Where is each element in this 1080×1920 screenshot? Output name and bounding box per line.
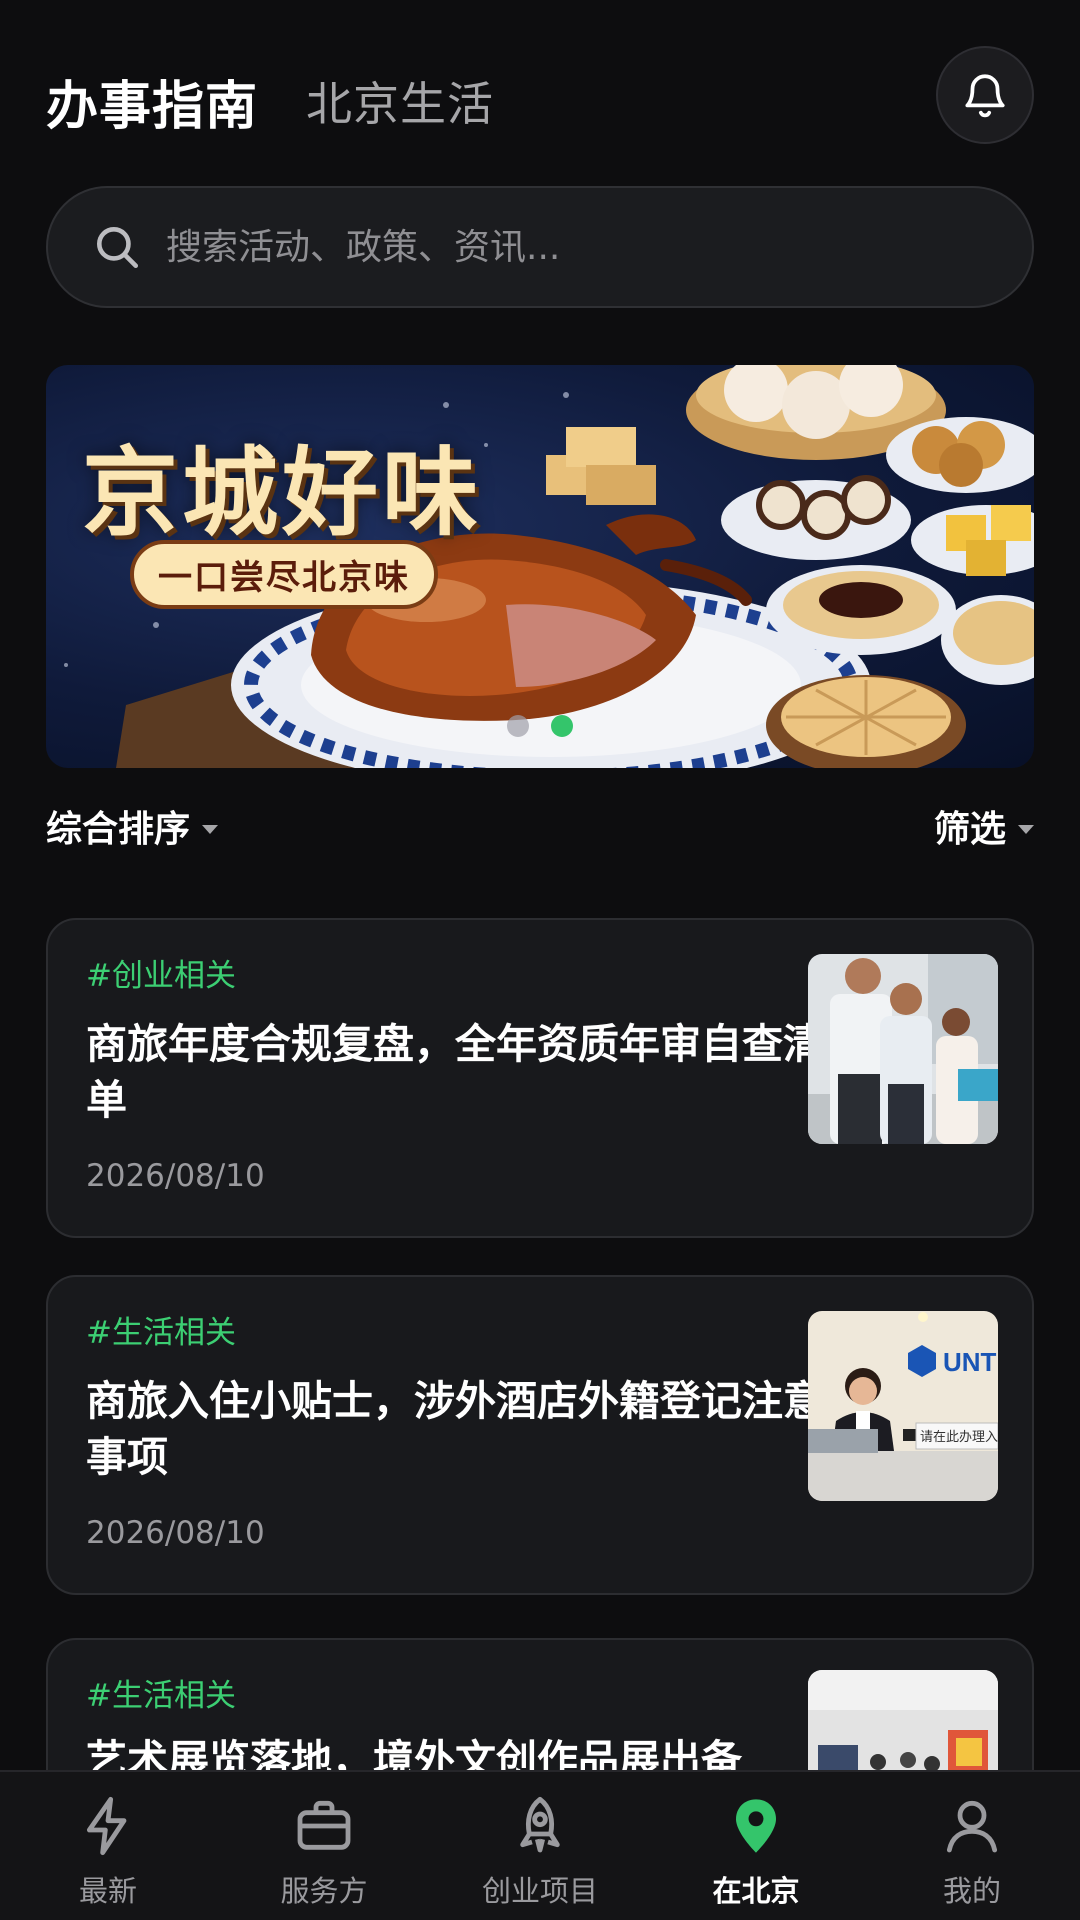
nav-label: 创业项目 (481, 1874, 598, 1908)
search-icon (97, 227, 139, 269)
nav-startup-projects[interactable]: 创业项目 (432, 1772, 648, 1920)
promo-banner[interactable]: 京城好味 一口尝尽北京味 (46, 365, 1034, 768)
bottom-navigation: 最新 服务方 创业项目 在北京 我的 (0, 1770, 1080, 1920)
filter-dropdown[interactable]: 筛选 (934, 800, 1034, 852)
carousel-dot-active[interactable] (551, 715, 573, 737)
caret-down-icon (202, 824, 219, 834)
tab-guide[interactable]: 办事指南 (46, 64, 258, 139)
lightning-icon (86, 1796, 127, 1856)
carousel-dot[interactable] (507, 715, 529, 737)
banner-subtitle: 一口尝尽北京味 (130, 540, 438, 609)
nav-in-beijing[interactable]: 在北京 (648, 1772, 864, 1920)
article-date: 2026/08/10 (86, 1515, 265, 1551)
banner-title: 京城好味 (82, 436, 482, 549)
nav-label: 最新 (78, 1874, 137, 1908)
location-pin-icon (736, 1799, 776, 1853)
hotel-sign-text: 请在此办理入住 (920, 1429, 998, 1444)
article-title: 商旅入住小贴士，涉外酒店外籍登记注意事项 (86, 1377, 824, 1481)
sort-label: 综合排序 (46, 809, 191, 850)
filter-label: 筛选 (933, 809, 1006, 850)
nav-service-providers[interactable]: 服务方 (216, 1772, 432, 1920)
notification-button[interactable] (936, 46, 1034, 144)
nav-label: 服务方 (280, 1874, 368, 1908)
article-tag: #生活相关 (86, 1315, 236, 1351)
nav-mine[interactable]: 我的 (864, 1772, 1080, 1920)
tab-beijing-life[interactable]: 北京生活 (306, 68, 494, 134)
article-card[interactable]: #生活相关 商旅入住小贴士，涉外酒店外籍登记注意事项 2026/08/10 UN… (46, 1275, 1034, 1595)
article-tag: #生活相关 (86, 1678, 236, 1714)
nav-label: 在北京 (712, 1874, 800, 1908)
carousel-indicator (46, 715, 1034, 737)
briefcase-icon (297, 1800, 351, 1850)
article-title: 商旅年度合规复盘，全年资质年审自查清单 (86, 1020, 824, 1124)
search-input[interactable] (166, 226, 966, 268)
nav-latest[interactable]: 最新 (0, 1772, 216, 1920)
bell-icon (965, 74, 1005, 118)
caret-down-icon (1018, 824, 1034, 834)
article-thumbnail (808, 954, 998, 1144)
search-bar[interactable] (46, 186, 1034, 308)
article-thumbnail: UNT 请在此办理入住 (808, 1311, 998, 1501)
rocket-icon (520, 1796, 560, 1853)
article-date: 2026/08/10 (86, 1158, 265, 1194)
hotel-logo-text: UNT (943, 1347, 997, 1377)
user-icon (946, 1800, 998, 1853)
nav-label: 我的 (942, 1874, 1001, 1908)
sort-dropdown[interactable]: 综合排序 (46, 800, 219, 852)
article-card[interactable]: #创业相关 商旅年度合规复盘，全年资质年审自查清单 2026/08/10 (46, 918, 1034, 1238)
top-header: 办事指南 北京生活 (0, 0, 1080, 190)
article-tag: #创业相关 (86, 958, 236, 994)
